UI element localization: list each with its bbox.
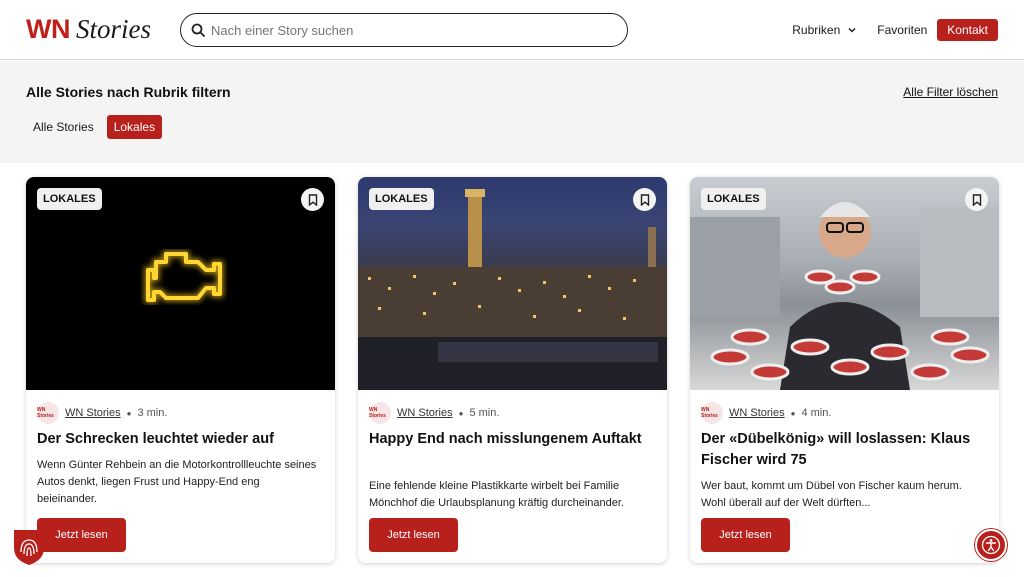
read-time: 5 min. [469,407,500,419]
story-image-city-night[interactable]: LOKALES [358,177,667,390]
read-time: 3 min. [137,407,168,419]
logo-stories: Stories [75,14,151,44]
story-grid: LOKALES WN Stories WN Stories ● 3 min. D… [26,177,999,563]
story-teaser: Wer baut, kommt um Dübel von Fischer kau… [701,480,962,509]
bookmark-icon [640,193,649,206]
category-badge: LOKALES [369,188,434,210]
story-title[interactable]: Happy End nach misslungenem Auftakt [369,429,656,450]
clear-filters-link[interactable]: Alle Filter löschen [903,85,998,99]
category-badge: LOKALES [701,188,766,210]
story-title[interactable]: Der «Dübelkönig» will loslassen: Klaus F… [701,429,988,471]
source-link[interactable]: WN Stories [729,407,785,419]
story-card[interactable]: LOKALES WN Stories WN Stories ● 4 min. D… [690,177,999,563]
site-logo[interactable]: WN Stories [26,14,180,45]
nav-favoriten[interactable]: Favoriten [877,23,927,37]
source-avatar: WN Stories [369,402,391,424]
story-teaser: Wenn Günter Rehbein an die Motorkontroll… [37,459,317,505]
read-time: 4 min. [801,407,832,419]
kontakt-button[interactable]: Kontakt [937,19,998,41]
story-card[interactable]: LOKALES WN Stories WN Stories ● 5 min. H… [358,177,667,563]
story-card[interactable]: LOKALES WN Stories WN Stories ● 3 min. D… [26,177,335,563]
story-image-dowel-factory[interactable]: LOKALES [690,177,999,390]
bookmark-icon [972,193,981,206]
story-meta: WN Stories WN Stories ● 3 min. [37,402,167,424]
category-badge: LOKALES [37,188,102,210]
nav-rubriken-label: Rubriken [792,23,841,37]
search-bar[interactable] [180,13,628,47]
story-teaser: Eine fehlende kleine Plastikkarte wirbel… [369,480,624,509]
source-link[interactable]: WN Stories [397,407,453,419]
accessibility-button[interactable] [975,529,1007,561]
bookmark-button[interactable] [633,188,656,211]
filter-section: Alle Stories nach Rubrik filtern Alle Fi… [0,61,1024,163]
source-avatar: WN Stories [37,402,59,424]
story-title[interactable]: Der Schrecken leuchtet wieder auf [37,429,324,450]
meta-separator: ● [458,408,464,418]
search-icon [191,23,205,37]
meta-separator: ● [126,408,132,418]
bookmark-icon [308,193,317,206]
filter-chips: Alle Stories Lokales [26,115,168,139]
story-meta: WN Stories WN Stories ● 5 min. [369,402,499,424]
read-button[interactable]: Jetzt lesen [369,518,458,552]
nav-rubriken[interactable]: Rubriken [792,23,857,37]
source-avatar: WN Stories [701,402,723,424]
story-meta: WN Stories WN Stories ● 4 min. [701,402,831,424]
site-header: WN Stories Rubriken Favoriten Kontakt [0,0,1024,60]
main-nav: Rubriken Favoriten Kontakt [792,19,998,41]
fingerprint-icon[interactable] [12,526,46,566]
meta-separator: ● [790,408,796,418]
accessibility-icon [981,535,1001,555]
logo-wn: WN [26,14,70,44]
filter-title: Alle Stories nach Rubrik filtern [26,84,231,100]
chip-lokales[interactable]: Lokales [106,115,163,139]
chip-all-stories[interactable]: Alle Stories [26,115,101,139]
chevron-down-icon [848,27,856,33]
read-button[interactable]: Jetzt lesen [37,518,126,552]
bookmark-button[interactable] [301,188,324,211]
story-image-engine-light[interactable]: LOKALES [26,177,335,390]
source-link[interactable]: WN Stories [65,407,121,419]
bookmark-button[interactable] [965,188,988,211]
search-input[interactable] [211,22,591,38]
read-button[interactable]: Jetzt lesen [701,518,790,552]
